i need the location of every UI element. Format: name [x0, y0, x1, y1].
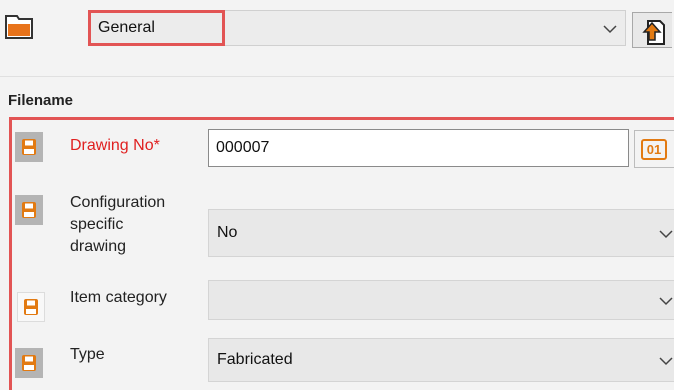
item-category-dropdown[interactable]	[208, 280, 674, 320]
tab-selector-dropdown[interactable]: General	[88, 10, 626, 46]
configuration-label: Configuration specific drawing	[70, 192, 165, 258]
configuration-label-line: drawing	[70, 238, 127, 255]
chevron-down-icon	[659, 297, 673, 306]
chevron-down-icon	[659, 230, 673, 239]
selected-tab-label: General	[88, 10, 225, 46]
type-dropdown[interactable]: Fabricated	[208, 338, 674, 382]
configuration-value: No	[217, 224, 238, 241]
type-value: Fabricated	[217, 351, 293, 368]
floppy-disk-icon	[24, 299, 38, 315]
upload-document-button[interactable]	[632, 12, 672, 48]
chevron-down-icon	[603, 25, 617, 34]
drawing-no-label: Drawing No*	[70, 137, 160, 154]
chevron-down-icon	[659, 357, 673, 366]
section-title: Filename	[8, 92, 74, 109]
save-item-category-button[interactable]	[17, 292, 45, 322]
item-category-label: Item category	[70, 289, 167, 306]
folder-icon[interactable]	[4, 14, 34, 40]
type-label: Type	[70, 346, 105, 363]
configuration-dropdown[interactable]: No	[208, 209, 674, 257]
numbering-button[interactable]: 01	[634, 130, 674, 168]
toolbar-divider	[0, 76, 674, 77]
floppy-disk-icon	[22, 202, 36, 218]
numbering-badge: 01	[641, 139, 667, 160]
floppy-disk-icon	[22, 355, 36, 371]
configuration-label-line: specific	[70, 216, 124, 233]
save-configuration-button[interactable]	[15, 195, 43, 225]
save-type-button[interactable]	[15, 348, 43, 378]
save-drawing-no-button[interactable]	[15, 132, 43, 162]
document-arrow-icon	[642, 20, 665, 45]
configuration-label-line: Configuration	[70, 194, 166, 211]
drawing-no-input[interactable]	[208, 129, 629, 167]
floppy-disk-icon	[22, 139, 36, 155]
